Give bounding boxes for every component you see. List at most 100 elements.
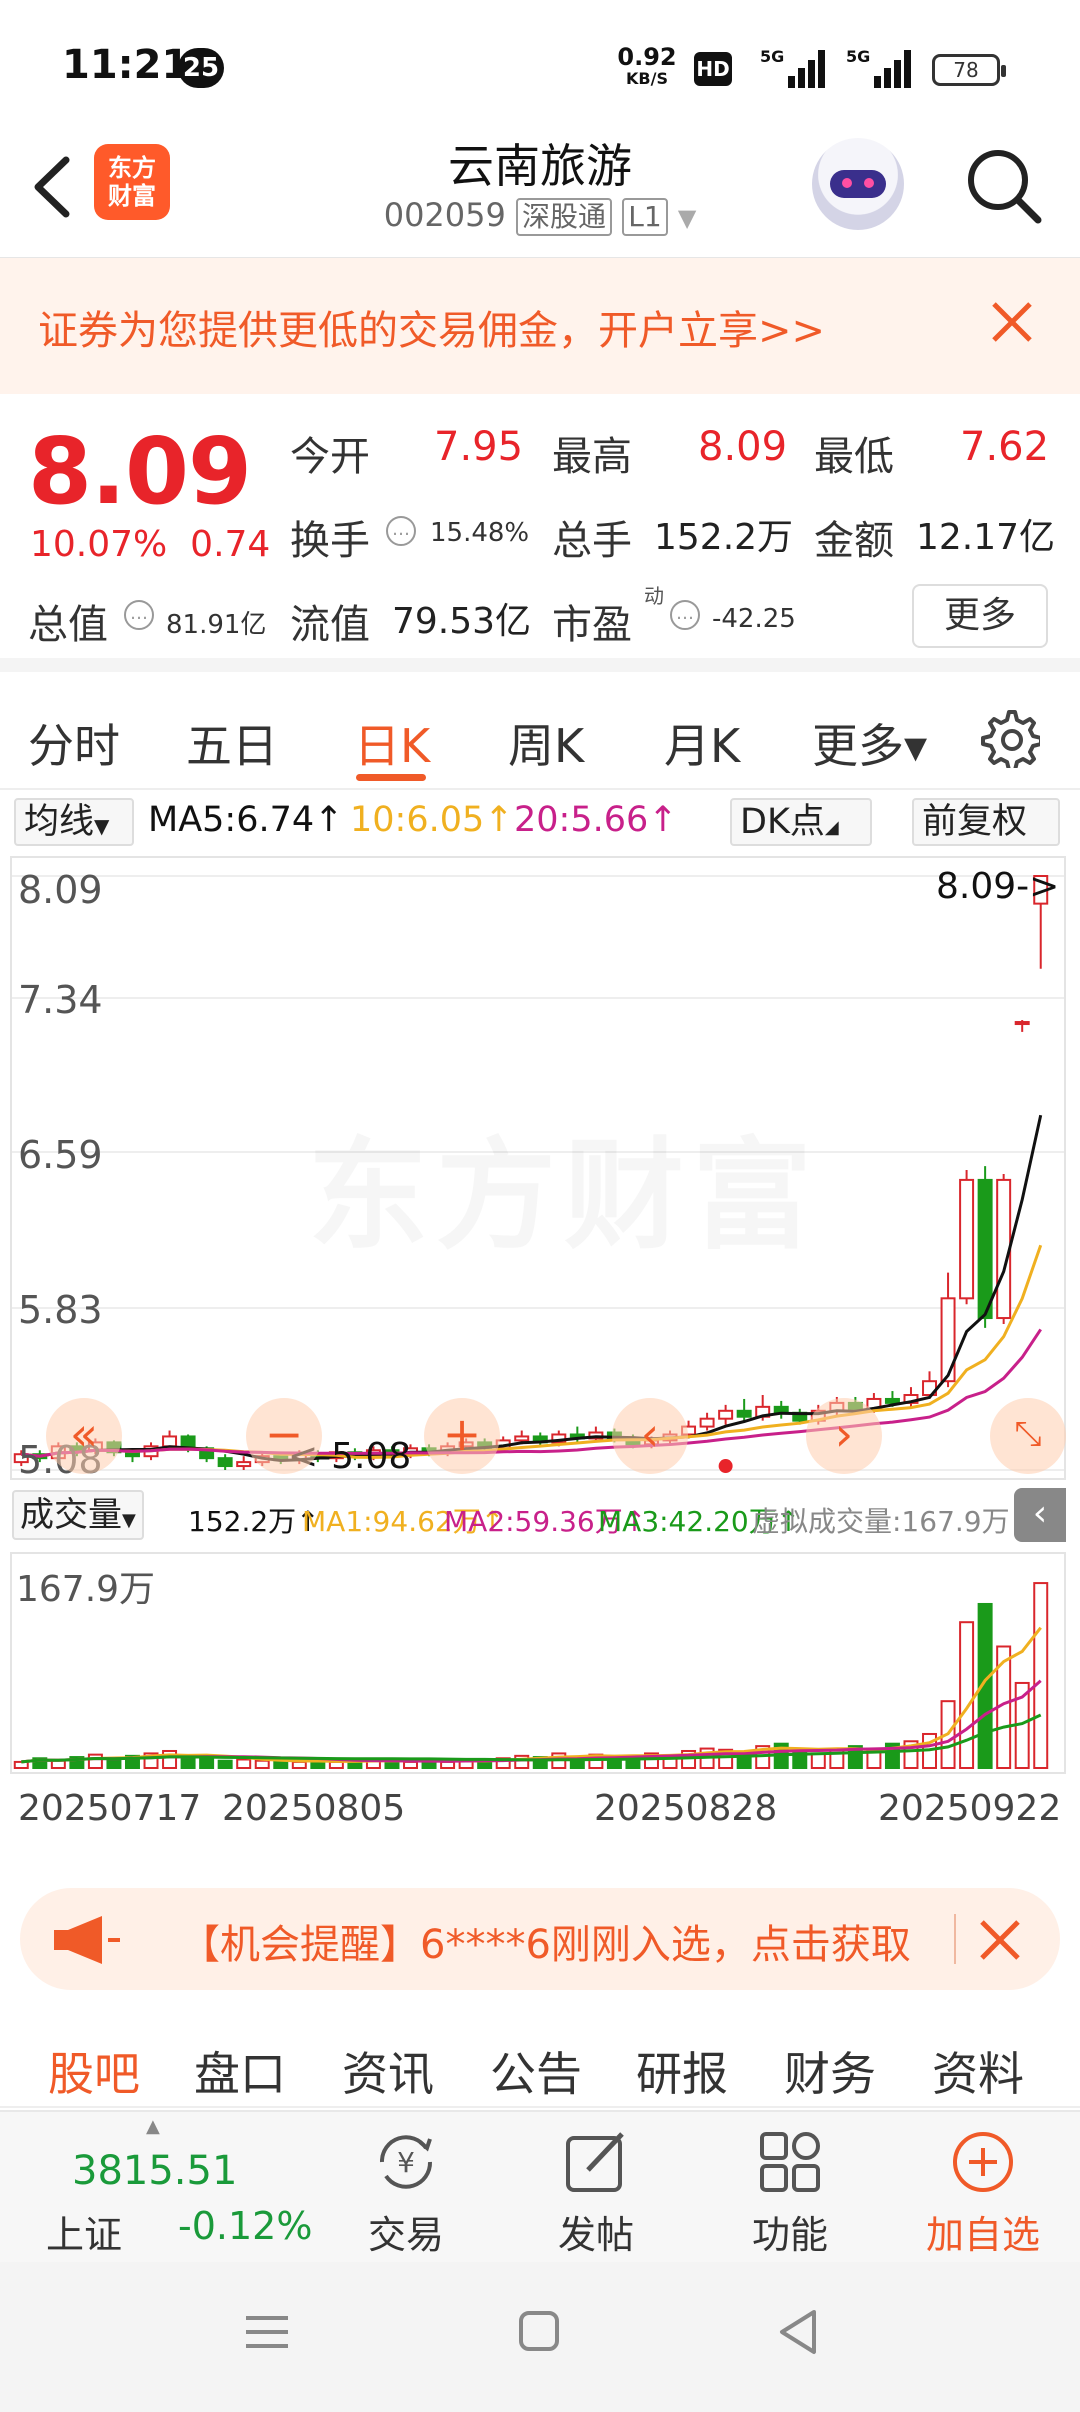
dropdown-caret-icon: ▼: [94, 814, 110, 838]
ma10-value: 10:6.05↑: [350, 800, 514, 840]
post-label: 发帖: [557, 2213, 634, 2257]
volume-chart[interactable]: 167.9万: [10, 1552, 1066, 1774]
ma5-value: MA5:6.74↑: [148, 800, 344, 840]
tab-research[interactable]: 研报: [636, 2038, 728, 2104]
index-name[interactable]: 上证: [46, 2204, 122, 2259]
amount-value: 12.17亿: [916, 517, 1056, 558]
gear-icon[interactable]: [978, 706, 1040, 768]
index-value[interactable]: 3815.51: [72, 2148, 237, 2194]
tab-daily-k[interactable]: 日K: [354, 710, 430, 776]
signal-5g-icon: 5G: [760, 47, 825, 88]
grid-icon: [760, 2132, 820, 2192]
close-icon[interactable]: [972, 1912, 1028, 1968]
search-icon[interactable]: [962, 144, 1044, 226]
zoom-in-button[interactable]: +: [424, 1398, 500, 1474]
scroll-left-button[interactable]: ‹: [612, 1398, 688, 1474]
volume-bar: [959, 1621, 975, 1769]
tab-five-day[interactable]: 五日: [186, 710, 278, 776]
info-icon[interactable]: …: [386, 516, 416, 546]
volume-bar: [217, 1759, 233, 1769]
candle-body: [959, 1178, 975, 1300]
more-button[interactable]: 更多: [912, 584, 1048, 648]
candlestick-chart[interactable]: 8.09 7.34 6.59 5.83 5.08 8.09-> <-5.08 东…: [10, 856, 1066, 1482]
net-speed-value: 0.92: [617, 43, 677, 71]
y-tick-3: 6.59: [18, 1133, 103, 1177]
promo-banner[interactable]: 证券为您提供更低的交易佣金，开户立享>>: [0, 258, 1080, 394]
date-tick-1: 20250717: [18, 1788, 202, 1829]
tab-guba[interactable]: 股吧: [48, 2038, 140, 2104]
tab-more[interactable]: 更多▾: [812, 710, 927, 776]
volume-bar: [403, 1760, 419, 1770]
date-tick-3: 20250828: [594, 1788, 778, 1829]
candle-body: [1014, 1021, 1030, 1026]
open-value: 7.95: [434, 424, 524, 470]
candle-body: [940, 1297, 956, 1383]
turnover-label: 换手: [290, 518, 370, 564]
home-icon[interactable]: [518, 2310, 560, 2352]
alert-text[interactable]: 【机会提醒】6****6刚刚入选，点击获取: [180, 1912, 970, 1970]
vol-ma2-text: MA2:59.36万: [444, 1505, 623, 1538]
trade-button[interactable]: ¥ 交易: [346, 2126, 466, 2259]
tab-pankou[interactable]: 盘口: [194, 2038, 286, 2104]
float-value: 79.53亿: [392, 601, 532, 642]
function-button[interactable]: 功能: [730, 2126, 850, 2259]
back-icon[interactable]: [776, 2308, 820, 2356]
close-icon[interactable]: [984, 294, 1040, 350]
corner-caret-icon: ◢: [824, 817, 839, 838]
active-tab-underline: [356, 774, 426, 781]
stock-header: 东方 财富 云南旅游 002059 深股通 L1 ▼: [0, 130, 1080, 258]
tab-announcements[interactable]: 公告: [490, 2038, 582, 2104]
max-price-marker: 8.09->: [936, 866, 1060, 907]
ma-selector[interactable]: 均线▼: [14, 798, 134, 846]
promo-text[interactable]: 证券为您提供更低的交易佣金，开户立享>>: [38, 298, 825, 356]
signal1-label: 5G: [760, 47, 784, 66]
menu-icon[interactable]: [244, 2312, 290, 2352]
tab-finance[interactable]: 财务: [784, 2038, 876, 2104]
scroll-left-fast-button[interactable]: «: [46, 1398, 122, 1474]
index-change[interactable]: -0.12%: [178, 2204, 312, 2248]
megaphone-icon: [54, 1916, 120, 1964]
connect-tag: 深股通: [516, 198, 613, 236]
tab-news[interactable]: 资讯: [342, 2038, 434, 2104]
tab-profile[interactable]: 资料: [932, 2038, 1024, 2104]
tab-weekly-k[interactable]: 周K: [508, 710, 584, 776]
ma-legend: 均线▼ MA5:6.74↑ 10:6.05↑ 20:5.66↑ DK点◢ 前复权: [0, 796, 1080, 848]
volume-bar: [273, 1760, 289, 1770]
adjust-button[interactable]: 前复权: [912, 798, 1060, 846]
dk-point-button[interactable]: DK点◢: [730, 798, 872, 846]
volume-label: 总手: [552, 518, 632, 564]
info-tabs: 股吧 盘口 资讯 公告 研报 财务 资料: [0, 2008, 1080, 2108]
candle-body: [977, 1178, 993, 1320]
candle-body: [236, 1461, 252, 1468]
opportunity-alert[interactable]: 【机会提醒】6****6刚刚入选，点击获取: [20, 1888, 1060, 1990]
hd-icon: HD: [694, 52, 732, 86]
collapse-panel-button[interactable]: ‹: [1014, 1488, 1066, 1542]
post-button[interactable]: 发帖: [536, 2126, 656, 2259]
tab-monthly-k[interactable]: 月K: [664, 710, 740, 776]
scroll-right-button[interactable]: ›: [806, 1398, 882, 1474]
high-label: 最高: [552, 434, 632, 480]
fullscreen-button[interactable]: ⤡: [990, 1398, 1066, 1474]
zoom-out-button[interactable]: −: [246, 1398, 322, 1474]
tab-intraday[interactable]: 分时: [28, 710, 120, 776]
candle-body: [718, 1409, 734, 1420]
y-tick-max: 8.09: [18, 868, 103, 912]
robot-assistant-icon[interactable]: [812, 138, 904, 230]
volume-selector[interactable]: 成交量▼: [12, 1490, 144, 1540]
candle-body: [514, 1435, 530, 1442]
volume-bar: [1033, 1582, 1049, 1770]
dk-label: DK点: [740, 802, 825, 842]
info-icon[interactable]: …: [124, 600, 154, 630]
ma10-line: [21, 1244, 1043, 1459]
stock-code: 002059: [383, 196, 506, 234]
add-watchlist-button[interactable]: 加自选: [918, 2126, 1048, 2259]
pe-value: -42.25: [712, 604, 796, 634]
stock-code-line[interactable]: 002059 深股通 L1 ▼: [0, 196, 1080, 236]
volume-bar: [87, 1753, 103, 1770]
info-icon[interactable]: …: [670, 600, 700, 630]
low-label: 最低: [814, 434, 894, 480]
candle-body: [884, 1397, 900, 1404]
edit-icon: [566, 2132, 624, 2192]
notification-badge: 25: [178, 48, 224, 88]
volume-bar: [106, 1758, 122, 1769]
